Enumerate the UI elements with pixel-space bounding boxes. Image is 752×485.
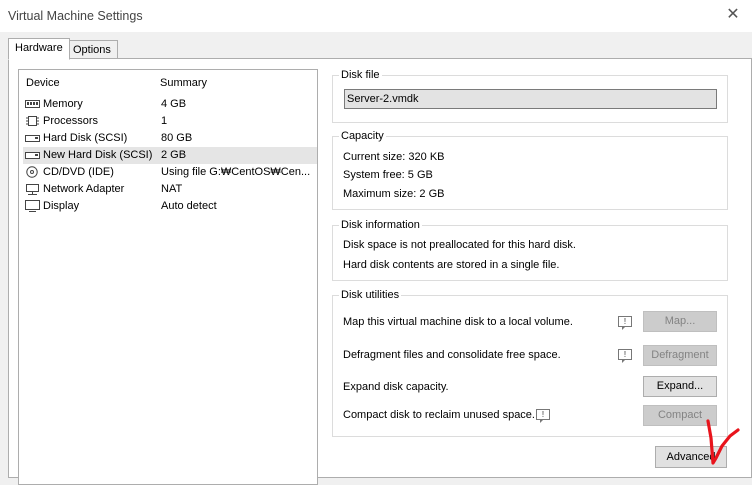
close-icon[interactable]: ✕ (722, 4, 744, 26)
device-summary: 80 GB (161, 132, 193, 144)
tab-hardware[interactable]: Hardware (8, 38, 70, 60)
summary-column-header[interactable]: Summary (160, 77, 207, 89)
defragment-description: Defragment files and consolidate free sp… (343, 349, 561, 361)
network-adapter-icon (26, 184, 39, 195)
device-summary: NAT (161, 183, 183, 195)
device-summary: 2 GB (161, 149, 187, 161)
device-row-new-hard-disk[interactable]: New Hard Disk (SCSI) 2 GB (23, 147, 317, 164)
map-description: Map this virtual machine disk to a local… (343, 316, 573, 328)
device-row-cd-dvd[interactable]: CD/DVD (IDE) Using file G:₩CentOS₩Cen... (23, 164, 317, 181)
defragment-info-icon[interactable]: ! (618, 349, 632, 363)
maximum-size-text: Maximum size: 2 GB (343, 188, 445, 200)
device-row-network-adapter[interactable]: Network Adapter NAT (23, 181, 317, 198)
tab-options-label: Options (73, 44, 111, 56)
disk-utilities-legend: Disk utilities (339, 289, 402, 301)
window-title: Virtual Machine Settings (8, 9, 143, 23)
disk-information-group: Disk information Disk space is not preal… (332, 219, 728, 281)
device-name: CD/DVD (IDE) (43, 166, 114, 178)
device-name: Hard Disk (SCSI) (43, 132, 128, 144)
hard-disk-icon (25, 152, 40, 159)
hard-disk-icon (25, 135, 40, 142)
display-icon (25, 200, 40, 212)
disk-info-line-2: Hard disk contents are stored in a singl… (343, 259, 560, 271)
device-name: Display (43, 200, 80, 212)
memory-icon (25, 100, 40, 108)
expand-description: Expand disk capacity. (343, 381, 449, 393)
map-button[interactable]: Map... (643, 311, 717, 332)
system-free-text: System free: 5 GB (343, 169, 433, 181)
disk-info-line-1: Disk space is not preallocated for this … (343, 239, 576, 251)
device-name: Memory (43, 98, 83, 110)
compact-info-icon[interactable]: ! (536, 409, 550, 423)
disk-utilities-group: Disk utilities Map this virtual machine … (332, 289, 728, 437)
device-column-header[interactable]: Device (26, 77, 60, 89)
compact-description: Compact disk to reclaim unused space. (343, 409, 535, 421)
device-summary: 4 GB (161, 98, 187, 110)
expand-button[interactable]: Expand... (643, 376, 717, 397)
red-checkmark-annotation (706, 419, 740, 465)
capacity-legend: Capacity (339, 130, 386, 142)
disk-file-field[interactable]: Server-2.vmdk (344, 89, 717, 109)
device-row-processors[interactable]: Processors 1 (23, 113, 317, 130)
title-bar: Virtual Machine Settings ✕ (0, 0, 752, 32)
device-row-display[interactable]: Display Auto detect (23, 198, 317, 215)
device-summary: Using file G:₩CentOS₩Cen... (161, 166, 311, 178)
device-name: Network Adapter (43, 183, 125, 195)
disk-file-legend: Disk file (339, 69, 382, 81)
device-row-memory[interactable]: Memory 4 GB (23, 96, 317, 113)
current-size-text: Current size: 320 KB (343, 151, 445, 163)
defragment-button[interactable]: Defragment (643, 345, 717, 366)
capacity-group: Capacity Current size: 320 KB System fre… (332, 130, 728, 210)
disk-file-group: Disk file Server-2.vmdk (332, 69, 728, 123)
device-name: New Hard Disk (SCSI) (43, 149, 153, 161)
device-summary: Auto detect (161, 200, 217, 212)
processor-icon (26, 116, 39, 126)
tab-hardware-label: Hardware (15, 42, 63, 54)
tab-options[interactable]: Options (66, 40, 118, 60)
device-row-hard-disk[interactable]: Hard Disk (SCSI) 80 GB (23, 130, 317, 147)
device-summary: 1 (161, 115, 168, 127)
device-name: Processors (43, 115, 99, 127)
map-info-icon[interactable]: ! (618, 316, 632, 330)
disk-information-legend: Disk information (339, 219, 422, 231)
cd-dvd-icon (26, 166, 38, 178)
device-list[interactable]: Device Summary Memory 4 GB Processors 1 … (18, 69, 318, 485)
